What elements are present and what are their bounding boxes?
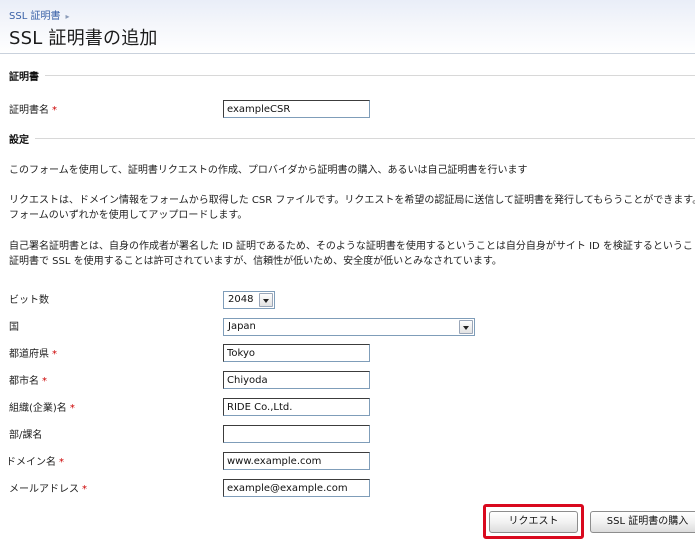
section-title: 証明書 bbox=[9, 72, 39, 83]
department-label: 部/課名 bbox=[9, 430, 43, 441]
request-description-line1: リクエストは、ドメイン情報をフォームから取得した CSR ファイルです。リクエス… bbox=[9, 195, 695, 206]
certificate-name-label: 証明書名 * bbox=[9, 101, 57, 116]
label-text: 都道府県 bbox=[9, 349, 49, 360]
required-mark: * bbox=[59, 457, 64, 468]
required-mark: * bbox=[69, 403, 75, 414]
chevron-down-icon[interactable] bbox=[259, 293, 273, 307]
request-description: リクエストは、ドメイン情報をフォームから取得した CSR ファイルです。リクエス… bbox=[9, 193, 695, 223]
request-description-line2: フォームのいずれかを使用してアップロードします。 bbox=[9, 210, 248, 221]
state-input[interactable] bbox=[223, 344, 370, 362]
add-ssl-certificate-page: SSL 証明書▸ SSL 証明書の追加 証明書 証明書名* 設定 このフォームを… bbox=[0, 0, 695, 541]
label-text: 組織(企業)名 bbox=[9, 403, 67, 414]
city-input[interactable] bbox=[223, 371, 370, 389]
organization-label: 組織(企業)名 * bbox=[9, 399, 75, 414]
required-mark: * bbox=[42, 376, 47, 387]
selfsigned-description: 自己署名証明書とは、自身の作成者が署名した ID 証明であるため、そのような証明… bbox=[9, 239, 695, 269]
label-text: メールアドレス bbox=[9, 484, 79, 495]
buy-ssl-certificate-button[interactable]: SSL 証明書の購入 bbox=[590, 511, 695, 533]
city-label: 都市名 * bbox=[9, 372, 47, 387]
department-input[interactable] bbox=[223, 425, 370, 443]
domain-input[interactable] bbox=[223, 452, 370, 470]
certificate-name-input[interactable] bbox=[223, 100, 370, 118]
country-label: 国 bbox=[9, 322, 19, 333]
chevron-down-icon[interactable] bbox=[459, 320, 473, 334]
section-divider bbox=[35, 138, 695, 139]
intro-text: このフォームを使用して、証明書リクエストの作成、プロバイダから証明書の購入、ある… bbox=[9, 165, 528, 176]
page-header: SSL 証明書 ▸ SSL 証明書の追加 bbox=[0, 0, 695, 54]
selfsigned-description-line2: 証明書で SSL を使用することは許可されていますが、信頼性が低いため、安全度が… bbox=[9, 256, 502, 267]
breadcrumb-link-ssl-certificates[interactable]: SSL 証明書 bbox=[9, 11, 60, 22]
label-text: 証明書名 bbox=[9, 105, 49, 116]
section-divider bbox=[45, 75, 695, 76]
chevron-right-icon: ▸ bbox=[65, 12, 70, 21]
domain-label: ドメイン名 * bbox=[6, 453, 64, 468]
page-title: SSL 証明書の追加 bbox=[9, 28, 158, 49]
section-title: 設定 bbox=[9, 135, 29, 146]
required-mark: * bbox=[52, 105, 57, 116]
breadcrumb: SSL 証明書 ▸ bbox=[9, 7, 69, 22]
label-text: ドメイン名 bbox=[6, 457, 56, 468]
label-text: 都市名 bbox=[9, 376, 39, 387]
request-button[interactable]: リクエスト bbox=[489, 511, 578, 533]
section-settings: 設定 bbox=[9, 131, 695, 146]
state-label: 都道府県 * bbox=[9, 345, 57, 360]
organization-input[interactable] bbox=[223, 398, 370, 416]
section-certificate: 証明書 bbox=[9, 68, 695, 83]
required-mark: * bbox=[82, 484, 87, 495]
email-input[interactable] bbox=[223, 479, 370, 497]
selfsigned-description-line1: 自己署名証明書とは、自身の作成者が署名した ID 証明であるため、そのような証明… bbox=[9, 241, 693, 252]
key-bits-value: 2048 bbox=[228, 294, 254, 305]
country-value: Japan bbox=[228, 321, 256, 332]
key-bits-select[interactable]: 2048 bbox=[223, 291, 275, 309]
key-bits-label: ビット数 bbox=[9, 295, 49, 306]
email-label: メールアドレス * bbox=[9, 480, 87, 495]
required-mark: * bbox=[52, 349, 57, 360]
country-select[interactable]: Japan bbox=[223, 318, 475, 336]
